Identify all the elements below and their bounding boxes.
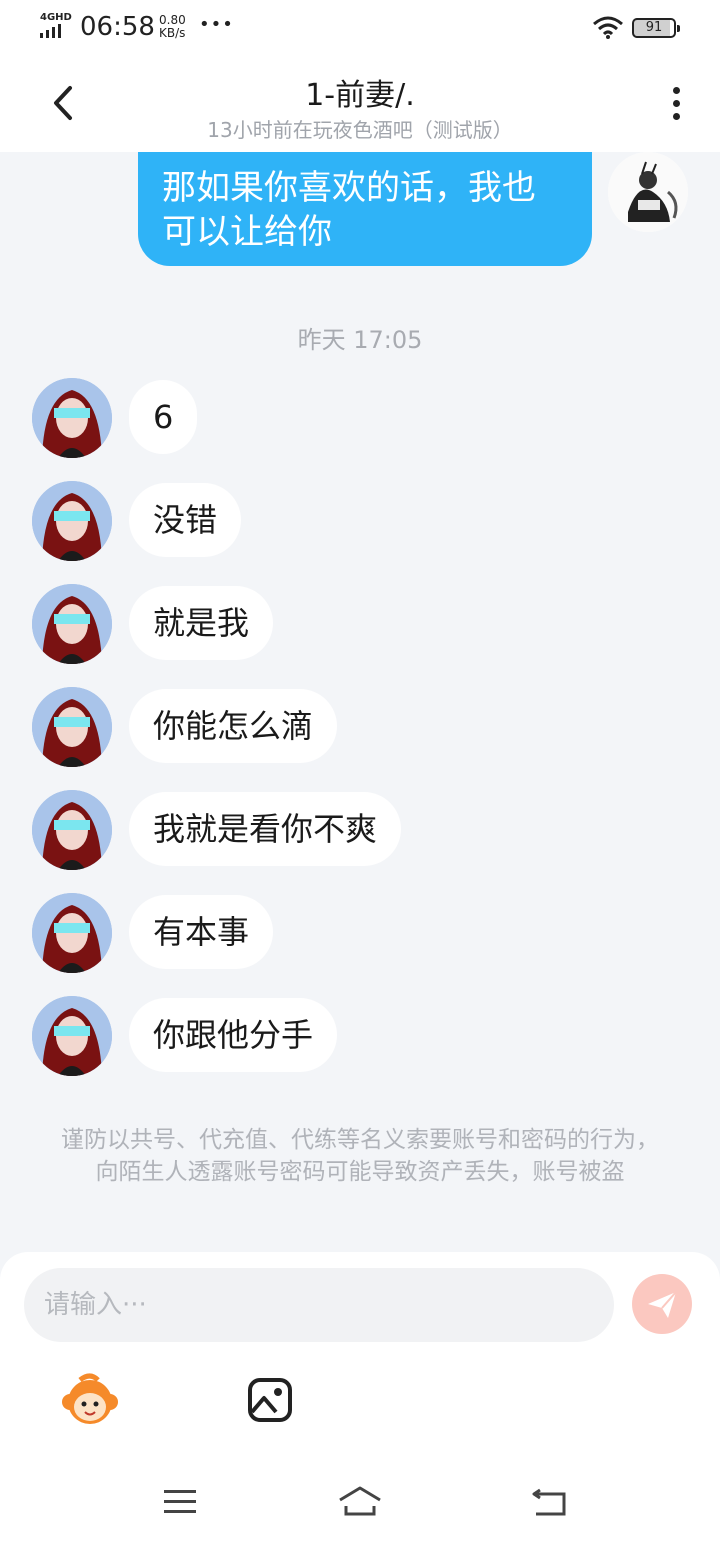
chat-header: 1-前妻/. 13小时前在玩夜色酒吧（测试版） [0, 56, 720, 152]
contact-avatar[interactable] [32, 378, 112, 458]
clock: 06:58 [80, 12, 155, 42]
contact-status: 13小时前在玩夜色酒吧（测试版） [207, 118, 513, 142]
incoming-message[interactable]: 没错 [129, 483, 242, 557]
message-input[interactable] [24, 1268, 614, 1342]
system-navigation-bar [0, 1470, 720, 1544]
send-button[interactable] [632, 1274, 692, 1334]
self-avatar-image [608, 152, 688, 232]
wifi-icon [593, 16, 623, 39]
incoming-message[interactable]: 6 [129, 380, 198, 454]
incoming-message[interactable]: 我就是看你不爽 [129, 792, 402, 866]
contact-avatar[interactable] [32, 893, 112, 973]
security-warning: 谨防以共号、代充值、代练等名义索要账号和密码的行为，向陌生人透露账号密码可能导致… [61, 1127, 659, 1185]
outgoing-message[interactable]: 那如果你喜欢的话，我也可以让给你 [138, 152, 592, 266]
home-icon[interactable] [336, 1482, 384, 1522]
network-type: 4GHD [40, 12, 72, 23]
status-bar: 4GHD 06:58 0.80 KB/s ••• 91 [0, 0, 720, 56]
contact-avatar[interactable] [32, 687, 112, 767]
contact-avatar[interactable] [32, 584, 112, 664]
message-timestamp: 昨天 17:05 [297, 326, 423, 354]
more-vertical-icon[interactable] [664, 84, 688, 124]
menu-icon[interactable] [162, 1486, 198, 1518]
return-icon[interactable] [530, 1484, 568, 1520]
message-list[interactable]: 那如果你喜欢的话，我也可以让给你 昨天 17:05 6 没错 就是我 你能怎么滴… [0, 152, 720, 1252]
signal-icon [40, 24, 61, 38]
incoming-message[interactable]: 你能怎么滴 [129, 689, 338, 763]
incoming-message[interactable]: 就是我 [129, 586, 274, 660]
contact-avatar[interactable] [32, 790, 112, 870]
contact-avatar[interactable] [32, 996, 112, 1076]
incoming-message[interactable]: 有本事 [129, 895, 274, 969]
speed-value: 0.80 [159, 13, 186, 27]
more-notifications-icon: ••• [199, 14, 234, 35]
image-icon[interactable] [246, 1376, 294, 1424]
incoming-message[interactable]: 你跟他分手 [129, 998, 338, 1072]
self-avatar[interactable] [608, 152, 688, 232]
speed-unit: KB/s [159, 26, 186, 40]
battery-indicator: 91 [632, 18, 680, 38]
network-speed: 0.80 KB/s [159, 14, 186, 40]
monkey-emoji-icon[interactable] [60, 1372, 120, 1428]
contact-avatar[interactable] [32, 481, 112, 561]
contact-name: 1-前妻/. [305, 78, 415, 113]
send-icon [648, 1291, 677, 1318]
